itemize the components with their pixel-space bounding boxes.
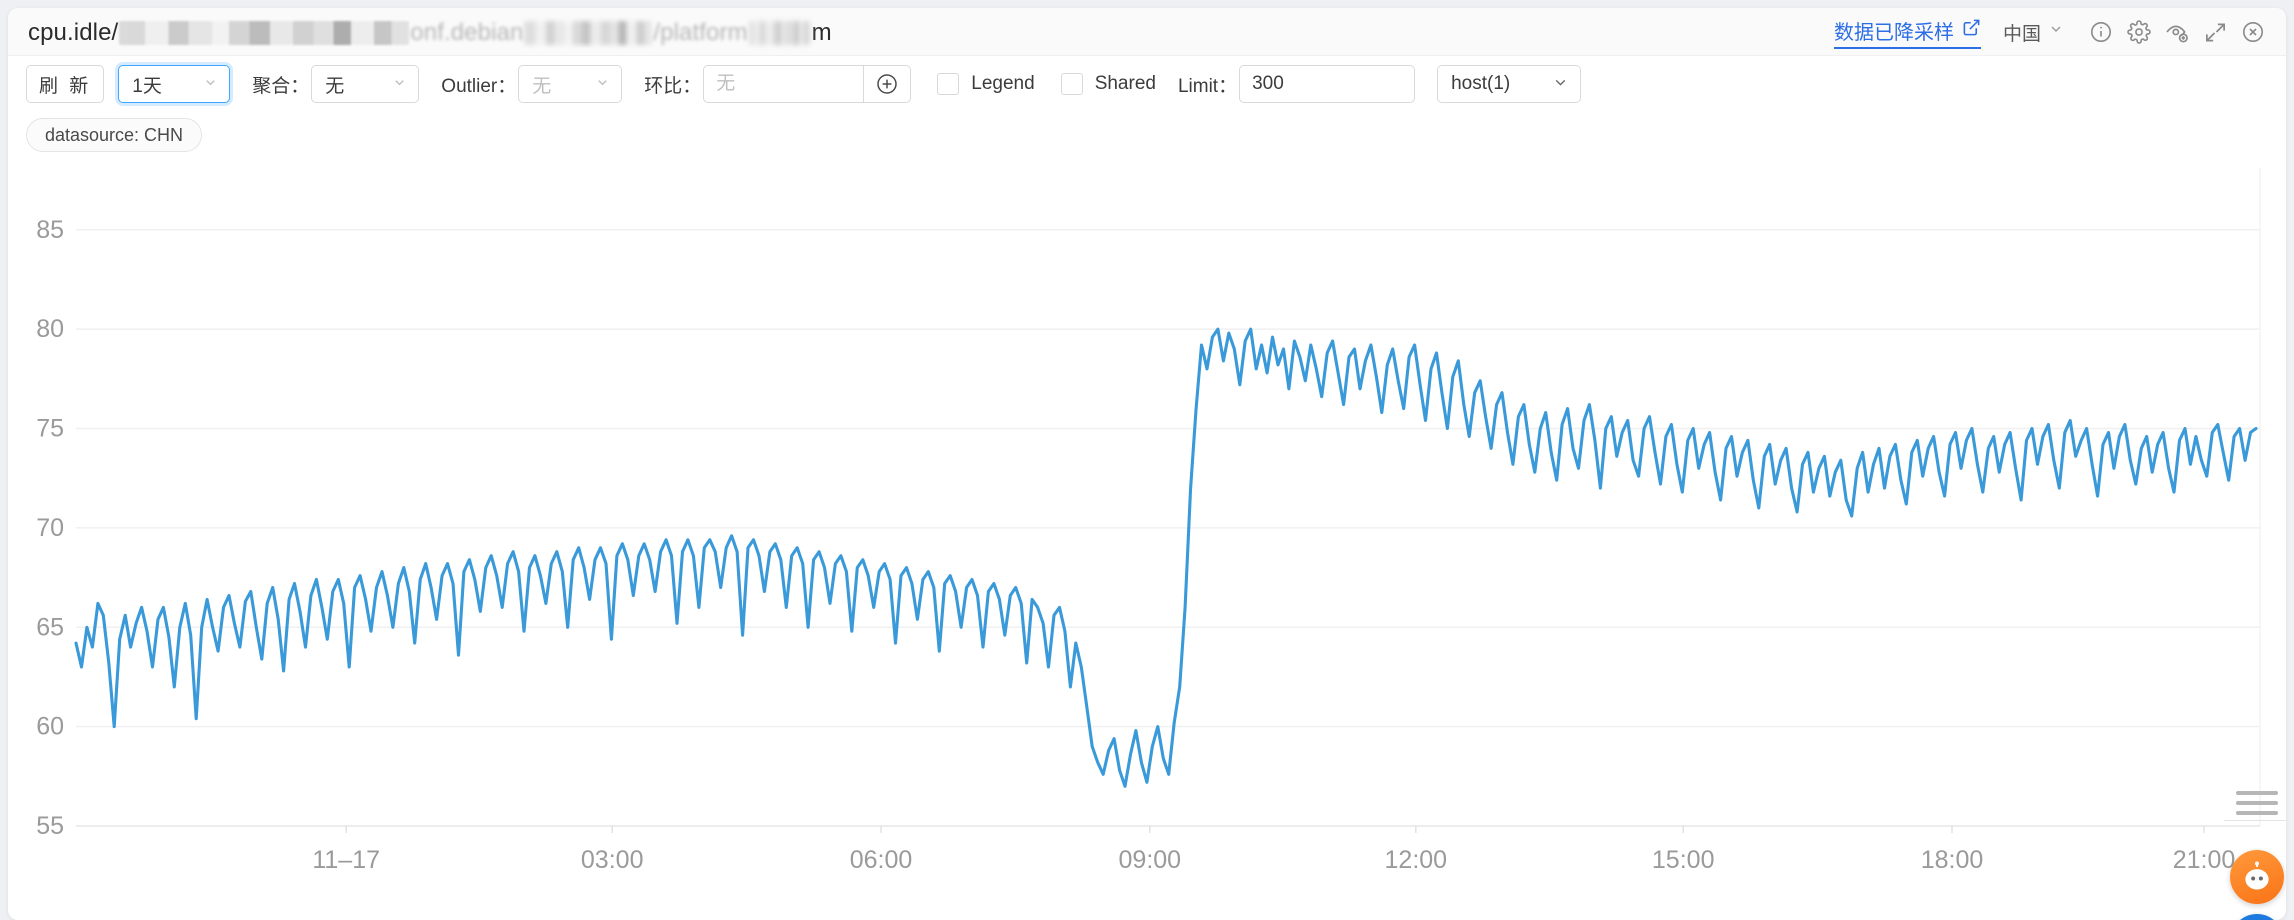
- chevron-down-icon: [595, 75, 610, 94]
- chart-panel: cpu.idle/ onf.debian /platform m 数据已降采样: [8, 8, 2286, 920]
- language-label: 中国: [2002, 23, 2041, 45]
- refresh-button[interactable]: 刷 新: [26, 65, 105, 103]
- checkbox-box: [1060, 73, 1083, 95]
- redacted-title-segment-2: [524, 21, 653, 45]
- aggregate-label: 聚合：: [252, 75, 310, 97]
- datasource-tag[interactable]: datasource: CHN: [26, 118, 203, 152]
- svg-text:11–17: 11–17: [312, 846, 380, 874]
- legend-label: Legend: [971, 73, 1035, 94]
- header-actions: 数据已降采样 中国: [1833, 8, 2270, 56]
- time-range-value: 1天: [132, 75, 162, 97]
- svg-text:12:00: 12:00: [1385, 846, 1448, 874]
- host-select[interactable]: host(1): [1437, 65, 1582, 103]
- downsample-notice-link[interactable]: 数据已降采样: [1833, 16, 1981, 49]
- expand-icon[interactable]: [2198, 15, 2232, 49]
- page-title-fragment-3: m: [811, 19, 832, 46]
- shared-label: Shared: [1094, 73, 1156, 94]
- aggregate-select[interactable]: 无: [311, 65, 420, 103]
- chevron-down-icon: [2048, 21, 2064, 43]
- side-divider: [2224, 820, 2286, 821]
- chevron-down-icon: [203, 75, 218, 94]
- svg-text:21:00: 21:00: [2173, 846, 2236, 874]
- external-link-icon: [1962, 18, 1981, 43]
- redacted-title-segment-1: [119, 21, 410, 45]
- svg-text:70: 70: [36, 514, 64, 542]
- outlier-label: Outlier：: [441, 75, 517, 97]
- svg-text:03:00: 03:00: [581, 846, 644, 874]
- screenshot-root: cpu.idle/ onf.debian /platform m 数据已降采样: [0, 0, 2294, 920]
- limit-label: Limit：: [1177, 75, 1238, 97]
- svg-text:65: 65: [36, 613, 64, 641]
- hamburger-menu-icon[interactable]: [2230, 791, 2284, 815]
- close-icon[interactable]: [2236, 15, 2270, 49]
- page-title-prefix: cpu.idle/: [28, 19, 119, 46]
- chevron-down-icon: [1552, 74, 1569, 95]
- outlier-select[interactable]: 无: [518, 65, 623, 103]
- chart-toolbar: 刷 新 1天 聚合： 无 Outlier： 无 环比： 无 Legend Sha…: [8, 56, 2286, 112]
- language-selector[interactable]: 中国: [2003, 19, 2064, 46]
- page-title-fragment-2: /platform: [653, 19, 748, 46]
- legend-checkbox[interactable]: Legend: [937, 73, 1035, 95]
- gear-icon[interactable]: [2122, 15, 2156, 49]
- panel-header: cpu.idle/ onf.debian /platform m 数据已降采样: [8, 8, 2286, 56]
- page-title-fragment-1: onf.debian: [410, 19, 524, 46]
- page-title: cpu.idle/ onf.debian /platform m: [28, 19, 832, 47]
- filter-tag-row: datasource: CHN: [26, 118, 203, 152]
- ratio-input-group: [703, 65, 912, 103]
- aggregate-value: 无: [325, 75, 345, 97]
- outlier-value: 无: [532, 75, 552, 97]
- ratio-label: 环比：: [644, 75, 702, 97]
- svg-text:75: 75: [36, 415, 64, 443]
- checkbox-box: [937, 73, 960, 95]
- redacted-title-segment-3: [748, 21, 811, 45]
- limit-input[interactable]: [1239, 65, 1416, 103]
- svg-text:60: 60: [36, 713, 64, 741]
- svg-text:80: 80: [36, 315, 64, 343]
- chevron-down-icon: [392, 75, 407, 94]
- info-icon[interactable]: [2084, 15, 2118, 49]
- svg-text:55: 55: [36, 812, 64, 840]
- shared-checkbox[interactable]: Shared: [1060, 73, 1156, 95]
- robot-assistant-icon[interactable]: [2230, 850, 2284, 904]
- time-range-select[interactable]: 1天: [118, 65, 231, 103]
- svg-text:18:00: 18:00: [1921, 846, 1984, 874]
- downsample-label: 数据已降采样: [1833, 21, 1954, 44]
- cpu-idle-line-chart[interactable]: 85 80 75 70 65 60 55 11–17 03:00 06:00 09:00 12:00 1…: [8, 158, 2286, 918]
- svg-text:15:00: 15:00: [1652, 846, 1715, 874]
- eye-plus-icon[interactable]: [2160, 15, 2194, 49]
- chart-canvas: 85 80 75 70 65 60 55 11–17 03:00 06:00 09:00 12:00 1…: [36, 168, 2261, 874]
- ratio-input[interactable]: [703, 65, 864, 103]
- host-value: host(1): [1451, 73, 1511, 94]
- plus-circle-icon[interactable]: [863, 65, 912, 103]
- svg-text:85: 85: [36, 216, 64, 244]
- svg-text:06:00: 06:00: [850, 846, 913, 874]
- svg-text:09:00: 09:00: [1119, 846, 1182, 874]
